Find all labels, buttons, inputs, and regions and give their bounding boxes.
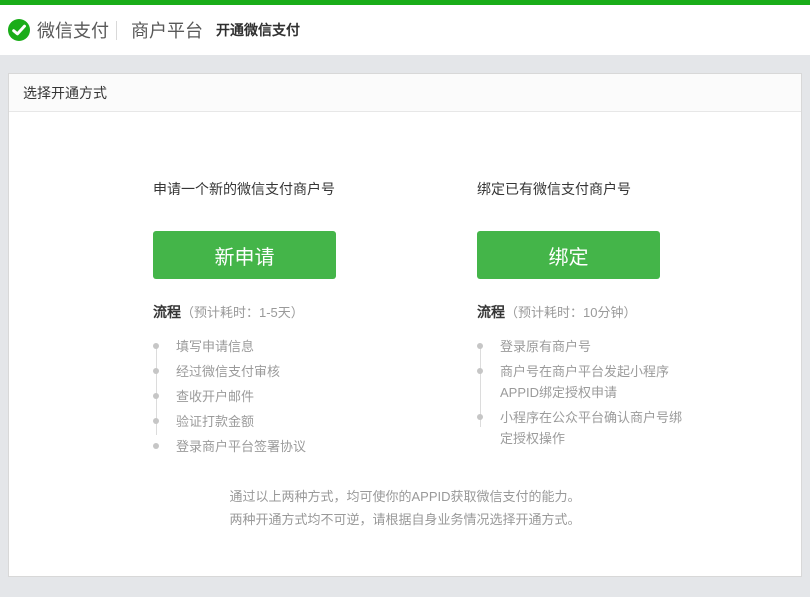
option-column-bind-existing: 绑定已有微信支付商户号 绑定 流程（预计耗时：10分钟） 登录原有商户号 商户号… [477,179,801,461]
bind-existing-steps: 登录原有商户号 商户号在商户平台发起小程序 APPID绑定授权申请 小程序在公众… [477,336,801,449]
page-title: 开通微信支付 [216,20,300,40]
process-label: 流程 [477,304,505,320]
process-duration-note: （预计耗时：1-5天） [181,305,304,320]
bind-process-line: 流程（预计耗时：10分钟） [477,302,801,322]
footer-note: 通过以上两种方式，均可使你的APPID获取微信支付的能力。 两种开通方式均不可逆… [9,485,801,531]
step-item: 查收开户邮件 [153,386,477,407]
step-item: 商户号在商户平台发起小程序 APPID绑定授权申请 [477,361,801,403]
card-title: 选择开通方式 [9,74,801,112]
step-item: 小程序在公众平台确认商户号绑 定授权操作 [477,407,801,449]
bind-existing-heading: 绑定已有微信支付商户号 [477,179,801,199]
platform-name: 商户平台 [131,17,203,43]
wechat-pay-logo-icon [8,19,30,41]
step-item: 验证打款金额 [153,411,477,432]
option-columns: 申请一个新的微信支付商户号 新申请 流程（预计耗时：1-5天） 填写申请信息 经… [9,112,801,461]
card-body: 申请一个新的微信支付商户号 新申请 流程（预计耗时：1-5天） 填写申请信息 经… [9,112,801,576]
step-item: 登录商户平台签署协议 [153,436,477,457]
top-header: 微信支付 商户平台 开通微信支付 [0,5,810,55]
new-application-heading: 申请一个新的微信支付商户号 [153,179,477,199]
header-divider [116,21,117,40]
process-label: 流程 [153,304,181,320]
new-application-steps: 填写申请信息 经过微信支付审核 查收开户邮件 验证打款金额 登录商户平台签署协议 [153,336,477,457]
option-column-new-application: 申请一个新的微信支付商户号 新申请 流程（预计耗时：1-5天） 填写申请信息 经… [153,179,477,461]
step-item: 经过微信支付审核 [153,361,477,382]
new-application-button[interactable]: 新申请 [153,231,336,279]
footer-note-line: 通过以上两种方式，均可使你的APPID获取微信支付的能力。 [9,485,801,508]
activation-card: 选择开通方式 申请一个新的微信支付商户号 新申请 流程（预计耗时：1-5天） 填… [8,73,802,577]
step-item: 填写申请信息 [153,336,477,357]
brand-link[interactable]: 微信支付 [8,17,109,43]
main-area: 选择开通方式 申请一个新的微信支付商户号 新申请 流程（预计耗时：1-5天） 填… [0,55,810,577]
new-application-process-line: 流程（预计耗时：1-5天） [153,302,477,322]
footer-note-line: 两种开通方式均不可逆，请根据自身业务情况选择开通方式。 [9,508,801,531]
bind-button[interactable]: 绑定 [477,231,660,279]
step-item: 登录原有商户号 [477,336,801,357]
process-duration-note: （预计耗时：10分钟） [505,305,636,320]
brand-name: 微信支付 [37,17,109,43]
